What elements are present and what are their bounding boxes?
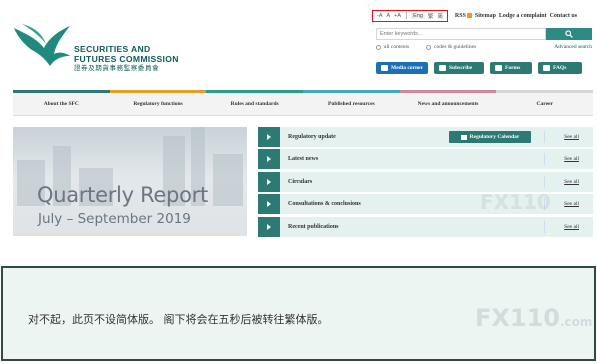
see-all-link[interactable]: See all — [564, 156, 579, 162]
list-item-regulatory-update[interactable]: Regulatory update Regulatory Calendar Se… — [258, 127, 593, 147]
divider — [406, 12, 408, 19]
font-size-medium-button[interactable]: A — [386, 13, 392, 19]
list-item-label: Regulatory update — [288, 134, 336, 140]
rss-label: RSS — [454, 12, 466, 19]
nav-news-and-announcements[interactable]: News and announcements — [399, 90, 497, 115]
arrow-right-icon — [258, 194, 280, 215]
list-item-label: Circulars — [288, 178, 313, 185]
nav-about-the-sfc[interactable]: About the SFC — [13, 90, 110, 115]
list-item-label: Recent publications — [288, 223, 339, 230]
search-input[interactable] — [376, 28, 546, 40]
watermark-logo: FX110.com — [475, 304, 592, 332]
divider — [544, 131, 545, 143]
regulatory-calendar-button[interactable]: Regulatory Calendar — [449, 131, 531, 143]
quarterly-report-banner[interactable]: Quarterly Report July – September 2019 — [13, 127, 247, 236]
radio-icon — [376, 44, 381, 50]
list-item-label: Consultations & conclusions — [288, 201, 361, 208]
search-scope-all-label: all contents — [384, 44, 410, 50]
regulatory-calendar-label: Regulatory Calendar — [469, 134, 520, 140]
lang-english-button[interactable]: Eng — [411, 12, 425, 19]
watermark-suffix: .com — [560, 315, 593, 329]
search-button[interactable] — [546, 28, 592, 40]
search-scope-all-option[interactable]: all contents — [376, 44, 409, 50]
see-all-link[interactable]: See all — [564, 201, 579, 207]
font-size-small-button[interactable]: -A — [376, 13, 384, 19]
media-icon — [381, 65, 388, 71]
nav-label: News and announcements — [417, 101, 479, 107]
nav-label: Regulatory functions — [133, 101, 183, 107]
watermark-text: FX110 — [480, 190, 551, 214]
list-item-circulars[interactable]: Circulars See all — [258, 171, 593, 192]
logo-line-1: SECURITIES AND — [74, 44, 151, 54]
nav-rules-and-standards[interactable]: Rules and standards — [206, 90, 304, 115]
font-size-large-button[interactable]: +A — [393, 13, 402, 19]
lang-traditional-chinese-button[interactable]: 繁 — [427, 12, 435, 20]
contact-us-link[interactable]: Contact us — [550, 13, 578, 19]
subscribe-button[interactable]: Subscribe — [434, 62, 484, 74]
radio-icon — [426, 44, 431, 50]
faq-icon — [543, 65, 550, 71]
rss-link[interactable]: RSS — [455, 13, 472, 19]
divider — [544, 220, 545, 233]
logo-line-3: 證券及期貨事務監察委員會 — [74, 65, 160, 72]
main-nav: About the SFC Regulatory functions Rules… — [13, 90, 594, 116]
calendar-icon — [460, 134, 467, 140]
subscribe-icon — [439, 65, 446, 71]
logo-text: SECURITIES AND FUTURES COMMISSION 證券及期貨事… — [74, 44, 179, 73]
forms-button[interactable]: Forms — [490, 62, 532, 74]
faqs-button[interactable]: FAQs — [538, 62, 582, 74]
updates-list: Regulatory update Regulatory Calendar Se… — [258, 127, 593, 239]
utility-bar: -A A +A Eng 繁 简 RSS Sitemap Lodge a comp… — [372, 9, 578, 22]
search-scope-codes-option[interactable]: codes & guidelines — [426, 44, 476, 50]
divider — [544, 153, 545, 166]
see-all-link[interactable]: See all — [564, 134, 579, 140]
arrow-right-icon — [258, 149, 280, 170]
nav-label: Published resources — [327, 101, 375, 107]
banner-sky-image — [13, 127, 247, 177]
nav-published-resources[interactable]: Published resources — [303, 90, 400, 115]
forms-icon — [495, 65, 502, 71]
accessibility-language-box: -A A +A Eng 繁 简 — [372, 9, 448, 22]
sitemap-link[interactable]: Sitemap — [475, 13, 496, 19]
arrow-right-icon — [258, 171, 280, 192]
media-corner-button[interactable]: Media corner — [376, 62, 428, 74]
nav-label: About the SFC — [43, 101, 79, 107]
banner-subtitle: July – September 2019 — [38, 211, 191, 227]
lang-simplified-chinese-button[interactable]: 简 — [436, 12, 444, 20]
list-item-latest-news[interactable]: Latest news See all — [258, 149, 593, 170]
banner-building-image — [213, 154, 243, 206]
see-all-link[interactable]: See all — [564, 179, 579, 185]
nav-label: Career — [536, 101, 553, 107]
watermark-text: FX110 — [475, 304, 560, 332]
watermark-logo: FX110 — [480, 190, 551, 214]
nav-career[interactable]: Career — [496, 90, 594, 115]
faqs-label: FAQs — [553, 65, 567, 71]
divider — [544, 175, 545, 188]
lodge-complaint-link[interactable]: Lodge a complaint — [499, 13, 547, 19]
search-scope-codes-label: codes & guidelines — [434, 44, 477, 50]
quick-buttons: Media corner Subscribe Forms FAQs — [376, 62, 582, 74]
list-item-label: Latest news — [288, 156, 319, 163]
notice-text: 对不起，此页不设简体版。 阁下将会在五秒后被转往繁体版。 — [28, 313, 329, 326]
forms-label: Forms — [505, 65, 521, 71]
search-icon — [565, 30, 573, 38]
nav-label: Rules and standards — [230, 101, 279, 107]
advanced-search-link[interactable]: Advanced search — [554, 44, 592, 50]
rss-icon — [466, 12, 472, 18]
list-item-recent-publications[interactable]: Recent publications See all — [258, 216, 593, 237]
media-corner-label: Media corner — [391, 65, 423, 71]
logo-line-2: FUTURES COMMISSION — [74, 54, 179, 64]
simplified-chinese-notice: 对不起，此页不设简体版。 阁下将会在五秒后被转往繁体版。 FX110.com — [1, 266, 596, 361]
banner-title: Quarterly Report — [37, 183, 208, 207]
search-bar — [376, 28, 592, 40]
arrow-right-icon — [258, 127, 280, 147]
arrow-right-icon — [258, 216, 280, 237]
sfc-logo-bird-icon[interactable] — [12, 20, 74, 70]
subscribe-label: Subscribe — [449, 65, 473, 71]
see-all-link[interactable]: See all — [564, 224, 579, 230]
nav-regulatory-functions[interactable]: Regulatory functions — [109, 90, 207, 115]
